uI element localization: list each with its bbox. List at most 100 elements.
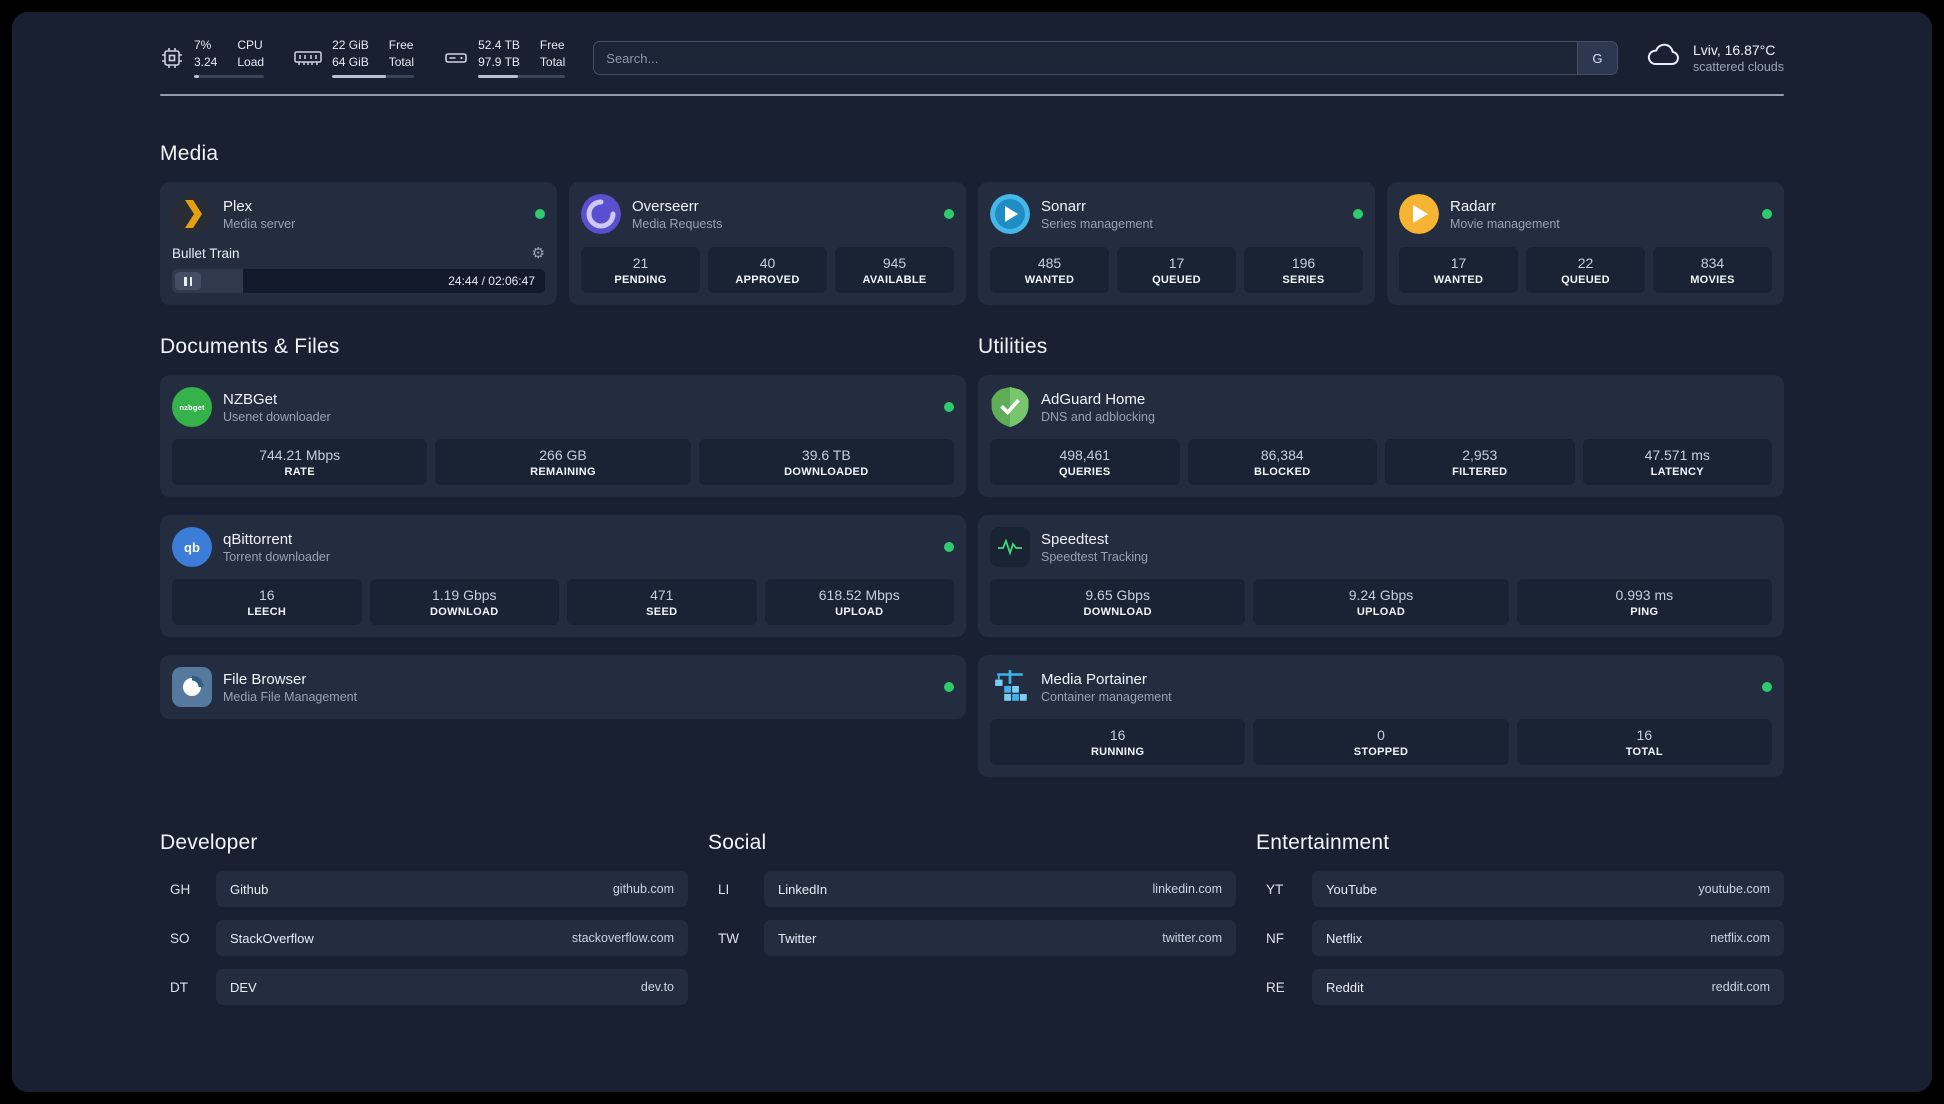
stat-leech: 16 LEECH bbox=[172, 579, 362, 625]
bookmark-pill: Github github.com bbox=[216, 871, 688, 907]
bookmark-reddit[interactable]: RE Reddit reddit.com bbox=[1256, 969, 1784, 1005]
adguard-icon bbox=[990, 387, 1030, 427]
bookmark-stackoverflow[interactable]: SO StackOverflow stackoverflow.com bbox=[160, 920, 688, 956]
search-input[interactable] bbox=[594, 50, 1577, 66]
bookmark-name: YouTube bbox=[1326, 881, 1378, 897]
stat-downloaded: 39.6 TB DOWNLOADED bbox=[698, 439, 954, 485]
bookmark-abbr: DT bbox=[170, 979, 188, 995]
bookmark-url: reddit.com bbox=[1711, 980, 1770, 994]
bookmark-twitter[interactable]: TW Twitter twitter.com bbox=[708, 920, 1236, 956]
bookmark-url: linkedin.com bbox=[1152, 882, 1222, 896]
service-card-speedtest[interactable]: Speedtest Speedtest Tracking 9.65 Gbps D… bbox=[978, 515, 1784, 637]
bookmark-pill: YouTube youtube.com bbox=[1312, 871, 1784, 907]
service-stats: 498,461 QUERIES 86,384 BLOCKED 2,953 FIL… bbox=[990, 439, 1772, 485]
qbittorrent-icon-text: qb bbox=[184, 539, 200, 555]
service-stats: 485 WANTED 17 QUEUED 196 SERIES bbox=[990, 247, 1363, 293]
bookmark-pill: Netflix netflix.com bbox=[1312, 920, 1784, 956]
disk-free-label: Free bbox=[539, 38, 565, 52]
cpu-metric: 7% 3.24 CPU Load bbox=[160, 38, 265, 78]
bookmark-youtube[interactable]: YT YouTube youtube.com bbox=[1256, 871, 1784, 907]
service-name: Speedtest bbox=[1041, 530, 1109, 548]
service-header: File Browser Media File Management bbox=[172, 667, 954, 707]
service-card-sonarr[interactable]: Sonarr Series management 485 WANTED 17 Q… bbox=[978, 182, 1375, 305]
service-card-portainer[interactable]: Media Portainer Container management 16 … bbox=[978, 655, 1784, 777]
stat-movies: 834 MOVIES bbox=[1653, 247, 1772, 293]
search-engine-button[interactable]: G bbox=[1576, 42, 1617, 74]
filebrowser-icon bbox=[172, 667, 212, 707]
stat-ping: 0.993 ms PING bbox=[1516, 579, 1772, 625]
topbar: 7% 3.24 CPU Load 22 GiB 64 GiB Free Tota… bbox=[160, 38, 1784, 78]
weather-condition: scattered clouds bbox=[1692, 60, 1784, 74]
service-card-adguard[interactable]: AdGuard Home DNS and adblocking 498,461 … bbox=[978, 375, 1784, 497]
service-subtitle: Media server bbox=[223, 216, 296, 231]
bookmark-linkedin[interactable]: LI LinkedIn linkedin.com bbox=[708, 871, 1236, 907]
pause-icon[interactable] bbox=[175, 272, 201, 290]
disk-free: 52.4 TB bbox=[478, 38, 520, 52]
service-card-radarr[interactable]: Radarr Movie management 17 WANTED 22 QUE… bbox=[1387, 182, 1784, 305]
service-stats: 16 LEECH 1.19 Gbps DOWNLOAD 471 SEED 618… bbox=[172, 579, 954, 625]
bookmark-netflix[interactable]: NF Netflix netflix.com bbox=[1256, 920, 1784, 956]
service-card-filebrowser[interactable]: File Browser Media File Management bbox=[160, 655, 966, 719]
cpu-usage: 7% bbox=[194, 38, 212, 52]
stat-download: 1.19 Gbps DOWNLOAD bbox=[369, 579, 559, 625]
status-dot bbox=[944, 682, 954, 692]
stat-approved: 40 APPROVED bbox=[708, 247, 827, 293]
service-name: Radarr bbox=[1450, 197, 1496, 215]
service-card-plex[interactable]: Plex Media server Bullet Train ⚙ 24:44 /… bbox=[160, 182, 557, 305]
radarr-icon bbox=[1399, 194, 1439, 234]
stat-wanted: 485 WANTED bbox=[990, 247, 1109, 293]
plex-icon bbox=[172, 194, 212, 234]
stat-download: 9.65 Gbps DOWNLOAD bbox=[990, 579, 1246, 625]
memory-values: 22 GiB 64 GiB Free Total bbox=[332, 38, 415, 78]
weather-location: Lviv, 16.87°C bbox=[1692, 42, 1776, 58]
section-utilities: Utilities AdGuard Home DNS and adblockin… bbox=[978, 335, 1784, 777]
stat-upload: 9.24 Gbps UPLOAD bbox=[1253, 579, 1509, 625]
bookmark-url: github.com bbox=[612, 882, 674, 896]
service-name: Sonarr bbox=[1041, 197, 1087, 215]
system-metrics: 7% 3.24 CPU Load 22 GiB 64 GiB Free Tota… bbox=[160, 38, 566, 78]
bookmark-pill: Reddit reddit.com bbox=[1312, 969, 1784, 1005]
section-title-entertainment: Entertainment bbox=[1256, 831, 1390, 854]
bookmark-url: netflix.com bbox=[1710, 931, 1770, 945]
service-card-nzbget[interactable]: nzbget NZBGet Usenet downloader 744.21 M… bbox=[160, 375, 966, 497]
portainer-icon bbox=[990, 667, 1030, 707]
bookmark-github[interactable]: GH Github github.com bbox=[160, 871, 688, 907]
cpu-load-label: Load bbox=[237, 55, 265, 69]
weather-widget[interactable]: Lviv, 16.87°C scattered clouds bbox=[1646, 42, 1784, 75]
service-subtitle: Usenet downloader bbox=[223, 409, 331, 424]
service-header: Media Portainer Container management bbox=[990, 667, 1772, 707]
playback-progress-bar[interactable]: 24:44 / 02:06:47 bbox=[172, 269, 545, 293]
service-name: Media Portainer bbox=[1041, 670, 1147, 688]
cpu-values: 7% 3.24 CPU Load bbox=[194, 38, 265, 78]
service-stats: 21 PENDING 40 APPROVED 945 AVAILABLE bbox=[581, 247, 954, 293]
bookmark-name: Netflix bbox=[1326, 930, 1363, 946]
service-header: AdGuard Home DNS and adblocking bbox=[990, 387, 1772, 427]
section-documents: Documents & Files nzbget NZBGet Usenet d… bbox=[160, 335, 966, 777]
service-header: Sonarr Series management bbox=[990, 194, 1363, 234]
service-subtitle: Media File Management bbox=[223, 689, 358, 704]
service-subtitle: Speedtest Tracking bbox=[1041, 549, 1149, 564]
bookmark-dev[interactable]: DT DEV dev.to bbox=[160, 969, 688, 1005]
bookmark-name: DEV bbox=[230, 979, 257, 995]
bookmark-url: youtube.com bbox=[1698, 882, 1770, 896]
playback-time: 24:44 / 02:06:47 bbox=[448, 274, 535, 288]
service-stats: 17 WANTED 22 QUEUED 834 MOVIES bbox=[1399, 247, 1772, 293]
dashboard: 7% 3.24 CPU Load 22 GiB 64 GiB Free Tota… bbox=[12, 12, 1932, 1092]
gear-icon[interactable]: ⚙ bbox=[532, 246, 545, 261]
overseerr-icon bbox=[581, 194, 621, 234]
disk-icon bbox=[444, 46, 468, 70]
bookmark-name: Reddit bbox=[1326, 979, 1364, 995]
bookmark-pill: Twitter twitter.com bbox=[764, 920, 1236, 956]
media-cards: Plex Media server Bullet Train ⚙ 24:44 /… bbox=[160, 182, 1784, 305]
middle-sections: Documents & Files nzbget NZBGet Usenet d… bbox=[160, 335, 1784, 777]
service-stats: 9.65 Gbps DOWNLOAD 9.24 Gbps UPLOAD 0.99… bbox=[990, 579, 1772, 625]
cloud-icon bbox=[1646, 42, 1682, 75]
stat-filtered: 2,953 FILTERED bbox=[1385, 439, 1575, 485]
disk-metric: 52.4 TB 97.9 TB Free Total bbox=[444, 38, 566, 78]
status-dot bbox=[535, 209, 545, 219]
bookmark-abbr: LI bbox=[718, 881, 730, 897]
stat-seed: 471 SEED bbox=[567, 579, 757, 625]
nzbget-icon-text: nzbget bbox=[179, 402, 205, 412]
service-card-overseerr[interactable]: Overseerr Media Requests 21 PENDING 40 A… bbox=[569, 182, 966, 305]
service-card-qbittorrent[interactable]: qb qBittorrent Torrent downloader 16 LEE… bbox=[160, 515, 966, 637]
